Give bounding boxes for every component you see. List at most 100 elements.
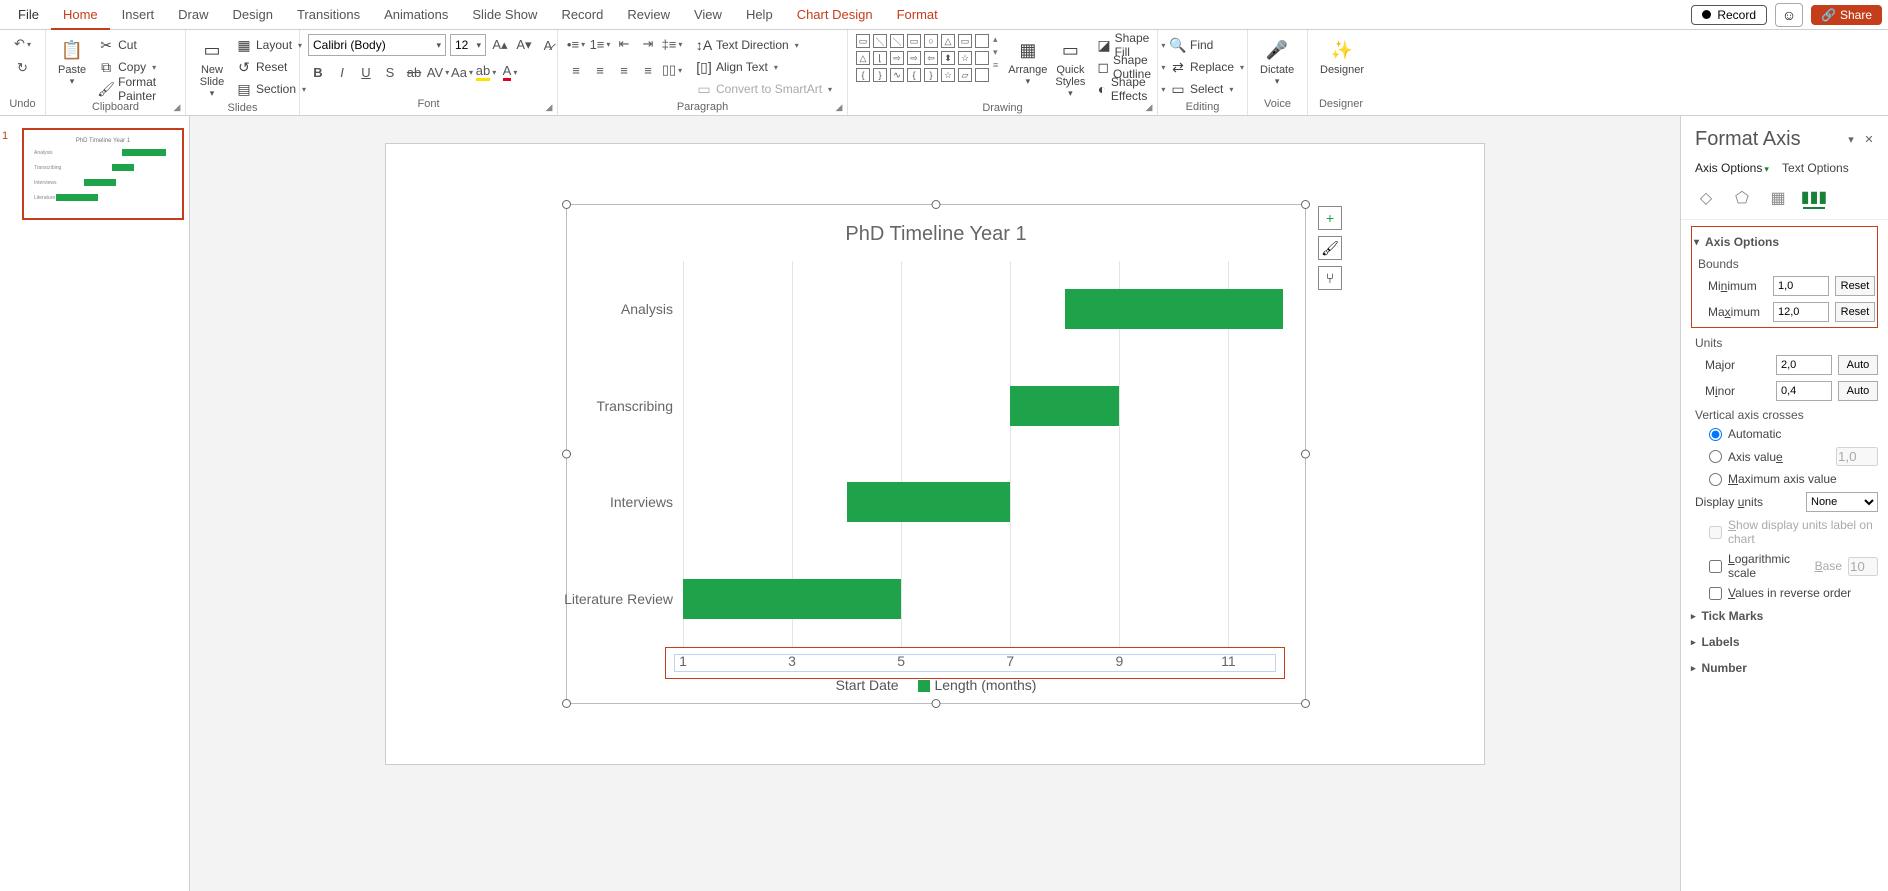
- pane-icon-size[interactable]: ▦: [1767, 187, 1789, 209]
- category-label[interactable]: Transcribing: [553, 398, 673, 414]
- paste-button[interactable]: 📋 Paste ▾: [54, 34, 90, 89]
- tab-home[interactable]: Home: [51, 0, 110, 30]
- slide[interactable]: PhD Timeline Year 1 AnalysisTranscribing…: [386, 144, 1484, 764]
- dictate-button[interactable]: 🎤Dictate▾: [1256, 34, 1298, 89]
- resize-handle[interactable]: [562, 699, 571, 708]
- tab-insert[interactable]: Insert: [110, 0, 167, 30]
- chart-plot-area[interactable]: AnalysisTranscribingInterviewsLiterature…: [683, 261, 1283, 647]
- drawing-launcher[interactable]: ◢: [1143, 101, 1155, 113]
- tab-file[interactable]: File: [6, 0, 51, 30]
- pane-tab-text-options[interactable]: Text Options: [1782, 161, 1849, 175]
- tab-design[interactable]: Design: [221, 0, 285, 30]
- category-label[interactable]: Literature Review: [553, 591, 673, 607]
- legend-entry-length[interactable]: Length (months): [934, 677, 1036, 693]
- chart-styles-button[interactable]: 🖌: [1318, 236, 1342, 260]
- tab-slideshow[interactable]: Slide Show: [460, 0, 549, 30]
- section-tick-marks[interactable]: ▸Tick Marks: [1691, 603, 1878, 629]
- units-major-auto[interactable]: Auto: [1838, 355, 1878, 375]
- paragraph-launcher[interactable]: ◢: [833, 101, 845, 113]
- inc-indent-button[interactable]: ⇥: [638, 34, 658, 54]
- bullets-button[interactable]: •≡: [566, 34, 586, 54]
- resize-handle[interactable]: [1301, 699, 1310, 708]
- section-axis-options[interactable]: ▾Axis Options: [1694, 231, 1875, 253]
- layout-button[interactable]: ▦Layout: [232, 34, 310, 56]
- font-color-button[interactable]: A: [500, 62, 520, 82]
- convert-smartart-button[interactable]: ▭Convert to SmartArt: [692, 78, 836, 100]
- pane-icon-effects[interactable]: ⬠: [1731, 187, 1753, 209]
- numbering-button[interactable]: 1≡: [590, 34, 610, 54]
- font-name-combo[interactable]: Calibri (Body)▾: [308, 34, 446, 56]
- tab-draw[interactable]: Draw: [166, 0, 220, 30]
- grow-font-button[interactable]: A▴: [490, 35, 510, 55]
- align-left-button[interactable]: ≡: [566, 60, 586, 80]
- italic-button[interactable]: I: [332, 62, 352, 82]
- pane-tab-axis-options[interactable]: Axis Options▾: [1695, 161, 1769, 175]
- select-button[interactable]: ▭Select: [1166, 78, 1237, 100]
- align-text-button[interactable]: [▯]Align Text: [692, 56, 836, 78]
- resize-handle[interactable]: [562, 200, 571, 209]
- x-tick-label[interactable]: 9: [1115, 653, 1123, 669]
- columns-button[interactable]: ▯▯: [662, 60, 682, 80]
- units-minor-auto[interactable]: Auto: [1838, 381, 1878, 401]
- section-labels[interactable]: ▸Labels: [1691, 629, 1878, 655]
- section-number[interactable]: ▸Number: [1691, 655, 1878, 681]
- units-minor-input[interactable]: [1776, 381, 1832, 401]
- units-major-input[interactable]: [1776, 355, 1832, 375]
- pane-dropdown-button[interactable]: ▾: [1842, 133, 1860, 146]
- category-label[interactable]: Analysis: [553, 301, 673, 317]
- tab-view[interactable]: View: [682, 0, 734, 30]
- log-scale-check[interactable]: [1709, 560, 1722, 573]
- cut-button[interactable]: ✂Cut: [94, 34, 177, 56]
- arrange-button[interactable]: ▦Arrange▾: [1004, 34, 1051, 89]
- strike-button[interactable]: ab: [404, 62, 424, 82]
- align-justify-button[interactable]: ≡: [638, 60, 658, 80]
- undo-button[interactable]: ↶: [13, 34, 33, 54]
- font-size-combo[interactable]: 12▾: [450, 34, 486, 56]
- x-tick-label[interactable]: 1: [679, 653, 687, 669]
- chart-title[interactable]: PhD Timeline Year 1: [567, 205, 1305, 246]
- pane-icon-fill[interactable]: ◇: [1695, 187, 1717, 209]
- display-units-select[interactable]: None: [1806, 492, 1878, 512]
- new-slide-button[interactable]: ▭ New Slide ▾: [194, 34, 230, 101]
- section-button[interactable]: ▤Section: [232, 78, 310, 100]
- shapes-gallery[interactable]: ▭＼＼▭○△▭ △⌊⇨⇨⇦⬍☆ {}∿{}☆▱: [856, 34, 989, 82]
- pane-icon-axis[interactable]: ▮▮▮: [1803, 187, 1825, 209]
- align-right-button[interactable]: ≡: [614, 60, 634, 80]
- chart-elements-button[interactable]: +: [1318, 206, 1342, 230]
- cross-value-radio[interactable]: [1709, 450, 1722, 463]
- clipboard-launcher[interactable]: ◢: [171, 101, 183, 113]
- reverse-order-check[interactable]: [1709, 587, 1722, 600]
- data-bar[interactable]: [847, 482, 1011, 522]
- data-bar[interactable]: [1065, 289, 1283, 329]
- bounds-min-reset[interactable]: Reset: [1835, 276, 1875, 296]
- shrink-font-button[interactable]: A▾: [514, 35, 534, 55]
- change-case-button[interactable]: Aa: [452, 62, 472, 82]
- format-painter-button[interactable]: 🖌Format Painter: [94, 78, 177, 100]
- chart-legend[interactable]: Start Date Length (months): [567, 677, 1305, 693]
- shadow-button[interactable]: S: [380, 62, 400, 82]
- category-label[interactable]: Interviews: [553, 494, 673, 510]
- resize-handle[interactable]: [932, 699, 941, 708]
- align-center-button[interactable]: ≡: [590, 60, 610, 80]
- replace-button[interactable]: ⇄Replace: [1166, 56, 1248, 78]
- x-tick-label[interactable]: 7: [1006, 653, 1014, 669]
- bold-button[interactable]: B: [308, 62, 328, 82]
- char-spacing-button[interactable]: AV: [428, 62, 448, 82]
- cross-max-radio[interactable]: [1709, 473, 1722, 486]
- find-button[interactable]: 🔍Find: [1166, 34, 1217, 56]
- cross-auto-radio[interactable]: [1709, 428, 1722, 441]
- slide-thumbnail-1[interactable]: PhD Timeline Year 1 Analysis Transcribin…: [22, 128, 184, 220]
- dec-indent-button[interactable]: ⇤: [614, 34, 634, 54]
- data-bar[interactable]: [683, 579, 901, 619]
- x-tick-label[interactable]: 5: [897, 653, 905, 669]
- resize-handle[interactable]: [562, 450, 571, 459]
- pane-close-button[interactable]: ✕: [1860, 133, 1878, 146]
- resize-handle[interactable]: [1301, 200, 1310, 209]
- underline-button[interactable]: U: [356, 62, 376, 82]
- slide-canvas[interactable]: PhD Timeline Year 1 AnalysisTranscribing…: [190, 116, 1680, 891]
- reset-button[interactable]: ↺Reset: [232, 56, 310, 78]
- x-tick-label[interactable]: 11: [1221, 653, 1236, 669]
- tab-review[interactable]: Review: [615, 0, 682, 30]
- redo-button[interactable]: ↻: [13, 58, 33, 78]
- tab-record[interactable]: Record: [549, 0, 615, 30]
